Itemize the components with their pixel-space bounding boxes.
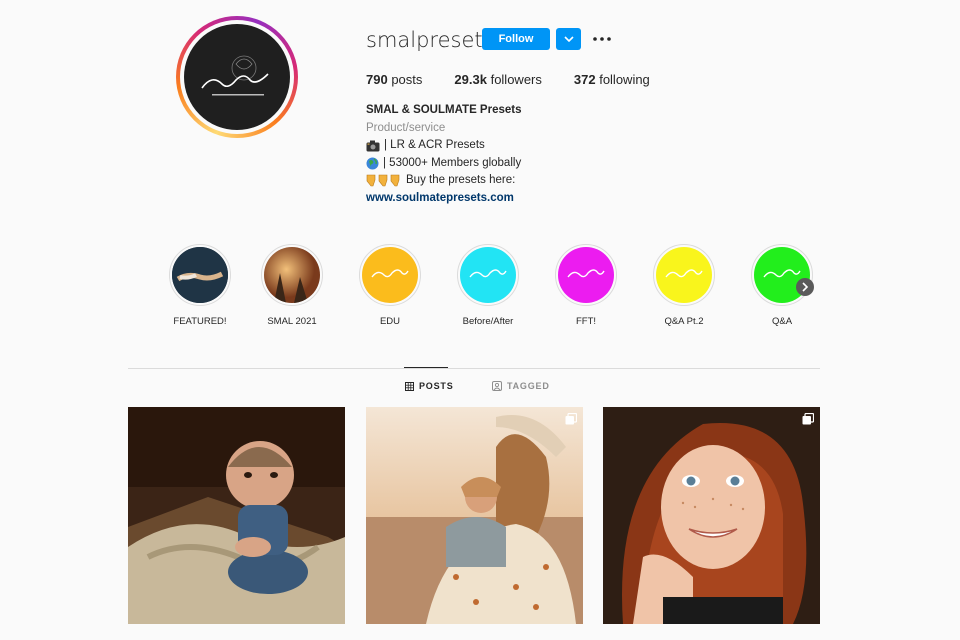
bio-website-link[interactable]: www.soulmatepresets.com — [366, 190, 522, 208]
highlight-ring — [261, 244, 323, 306]
post-image-mother-child — [366, 407, 583, 624]
bio-line: Buy the presets here: — [366, 172, 522, 190]
highlight-ring — [169, 244, 231, 306]
camera-icon — [366, 140, 380, 152]
highlight-ring — [359, 244, 421, 306]
post-image-baby — [128, 407, 345, 624]
stat-posts: 790 posts — [366, 72, 423, 87]
profile-username: smalpresets — [366, 28, 494, 52]
highlight-label: EDU — [379, 316, 401, 327]
highlight-ring — [457, 244, 519, 306]
stat-following[interactable]: 372 following — [574, 72, 650, 87]
highlight-qa-pt2[interactable]: Q&A Pt.2 — [644, 244, 724, 327]
follow-button[interactable]: Follow — [482, 28, 550, 50]
soulmate-logo — [201, 55, 269, 96]
highlight-label: Q&A — [771, 316, 793, 327]
highlight-label: Q&A Pt.2 — [664, 316, 704, 327]
highlight-cover — [558, 247, 614, 303]
highlight-cover — [172, 247, 228, 303]
tab-posts[interactable]: POSTS — [405, 381, 454, 391]
chevron-right-icon — [802, 282, 809, 292]
avatar-gap — [180, 20, 294, 134]
profile-stats: 790 posts 29.3k followers 372 following — [366, 72, 682, 87]
globe-icon — [366, 157, 379, 170]
highlight-ring — [653, 244, 715, 306]
avatar[interactable] — [184, 24, 290, 130]
tabs-divider — [128, 368, 820, 369]
multiple-photos-icon — [565, 413, 577, 425]
highlight-label: FFT! — [575, 316, 597, 327]
post-image-girl — [603, 407, 820, 624]
highlight-edu[interactable]: EDU — [350, 244, 430, 327]
highlight-before-after[interactable]: Before/After — [448, 244, 528, 327]
suggested-accounts-button[interactable] — [556, 28, 581, 50]
tag-user-icon — [492, 381, 502, 391]
highlight-cover — [264, 247, 320, 303]
multiple-photos-icon — [802, 413, 814, 425]
highlight-ring — [555, 244, 617, 306]
bio-line: | 53000+ Members globally — [366, 155, 522, 173]
highlight-ring — [751, 244, 813, 306]
chevron-down-icon — [563, 36, 574, 42]
highlight-cover — [362, 247, 418, 303]
highlight-fft[interactable]: FFT! — [546, 244, 626, 327]
highlight-label: FEATURED! — [173, 316, 227, 327]
story-highlights: FEATURED! SMAL 2021 EDU Before/After FFT… — [160, 244, 820, 334]
tab-tagged[interactable]: TAGGED — [492, 381, 550, 391]
point-down-icon — [366, 174, 402, 187]
highlight-cover — [460, 247, 516, 303]
profile-bio: SMAL & SOULMATE Presets Product/service … — [366, 102, 522, 207]
tab-posts-label: POSTS — [419, 381, 454, 391]
profile-avatar-ring[interactable] — [176, 16, 298, 138]
tab-tagged-label: TAGGED — [507, 381, 550, 391]
highlights-next-button[interactable] — [796, 278, 814, 296]
active-tab-indicator — [404, 367, 448, 368]
post-thumbnail[interactable] — [603, 407, 820, 624]
bio-line: | LR & ACR Presets — [366, 137, 522, 155]
highlight-featured[interactable]: FEATURED! — [160, 244, 240, 327]
bio-name: SMAL & SOULMATE Presets — [366, 104, 522, 116]
more-options-button[interactable] — [592, 30, 612, 48]
post-thumbnail[interactable] — [366, 407, 583, 624]
grid-icon — [405, 381, 414, 391]
highlight-cover — [656, 247, 712, 303]
post-thumbnail[interactable] — [128, 407, 345, 624]
highlight-label: Before/After — [462, 316, 514, 327]
more-dots-icon — [593, 37, 611, 41]
stat-followers[interactable]: 29.3k followers — [454, 72, 541, 87]
highlight-smal-2021[interactable]: SMAL 2021 — [252, 244, 332, 327]
bio-category: Product/service — [366, 121, 446, 134]
highlight-label: SMAL 2021 — [267, 316, 317, 327]
